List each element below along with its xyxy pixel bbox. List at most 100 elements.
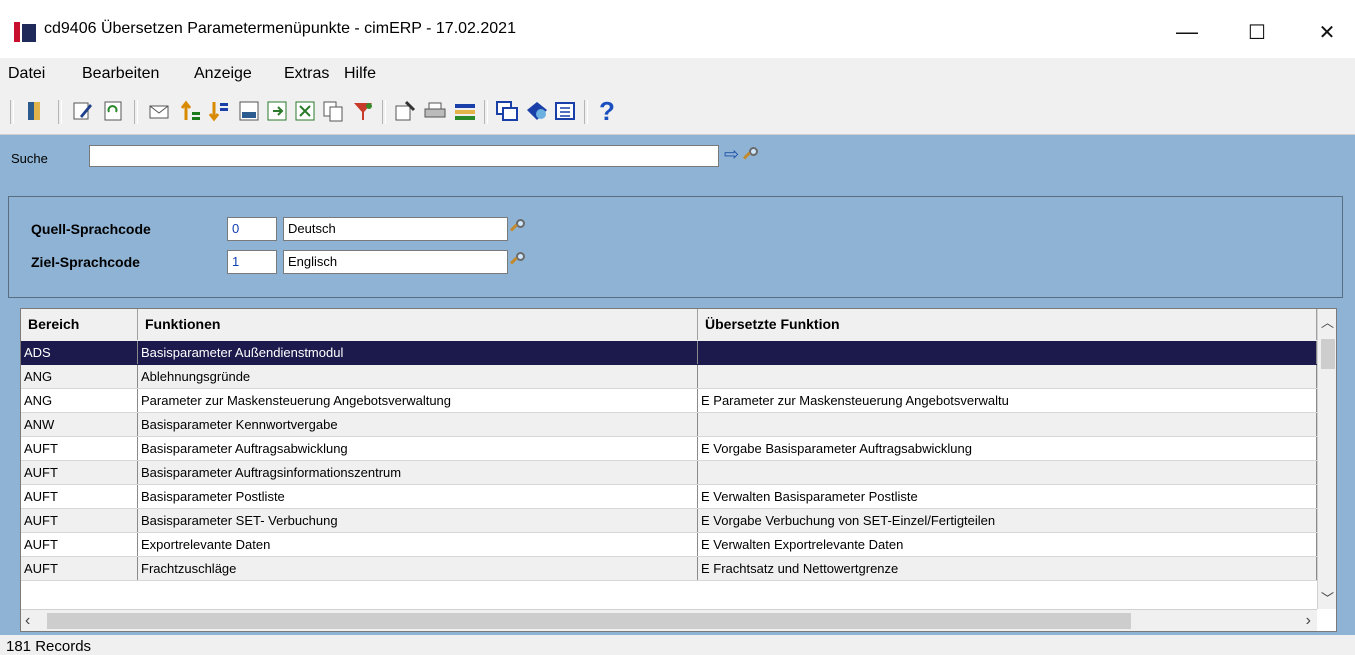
cell-uebersetzung[interactable]: E Frachtsatz und Nettowertgrenze — [698, 557, 1317, 580]
cell-funktion[interactable]: Basisparameter Auftragsabwicklung — [138, 437, 698, 460]
main-panel: Suche ⇨ Quell-Sprachcode 0 Deutsch Ziel-… — [0, 135, 1355, 635]
filter-icon[interactable] — [350, 98, 376, 124]
help-icon[interactable]: ? — [594, 96, 620, 126]
excel-icon[interactable] — [292, 98, 318, 124]
cell-bereich[interactable]: ANG — [21, 389, 138, 412]
scroll-up-icon[interactable]: ︿ — [1318, 309, 1336, 333]
cell-funktion[interactable]: Ablehnungsgründe — [138, 365, 698, 388]
list-icon[interactable] — [452, 98, 478, 124]
cell-bereich[interactable]: AUFT — [21, 437, 138, 460]
table-row[interactable]: ANW Basisparameter Kennwortvergabe — [21, 413, 1317, 437]
close-button[interactable]: ✕ — [1304, 14, 1350, 50]
vertical-scrollbar[interactable]: ︿ ﹀ — [1317, 309, 1336, 609]
cell-bereich[interactable]: AUFT — [21, 557, 138, 580]
cell-uebersetzung[interactable]: E Verwalten Exportrelevante Daten — [698, 533, 1317, 556]
cell-uebersetzung[interactable] — [698, 365, 1317, 388]
cell-funktion[interactable]: Frachtzuschläge — [138, 557, 698, 580]
cell-funktion[interactable]: Basisparameter Postliste — [138, 485, 698, 508]
exit-icon[interactable] — [22, 98, 48, 124]
search-input[interactable] — [89, 145, 719, 167]
menu-hilfe[interactable]: Hilfe — [344, 65, 376, 83]
cell-bereich[interactable]: AUFT — [21, 461, 138, 484]
target-name-field[interactable]: Englisch — [283, 250, 508, 274]
export-icon[interactable] — [264, 98, 290, 124]
scroll-right-icon[interactable]: › — [1306, 612, 1311, 630]
vertical-scroll-thumb[interactable] — [1321, 339, 1335, 369]
notes-icon[interactable] — [524, 98, 550, 124]
table-row[interactable]: AUFT Basisparameter Auftragsinformationsz… — [21, 461, 1317, 485]
cell-uebersetzung[interactable] — [698, 413, 1317, 436]
table-row[interactable]: AUFT Basisparameter Auftragsabwicklung E V… — [21, 437, 1317, 461]
toolbar-separator — [10, 100, 14, 124]
sort-descending-icon[interactable] — [206, 98, 232, 124]
menu-datei[interactable]: Datei — [8, 65, 45, 83]
column-header-bereich[interactable]: Bereich — [21, 309, 138, 340]
horizontal-scrollbar[interactable]: ‹ › — [21, 609, 1317, 631]
source-language-label: Quell-Sprachcode — [31, 221, 151, 237]
cell-bereich[interactable]: ANW — [21, 413, 138, 436]
toolbar-separator — [382, 100, 386, 124]
table-row[interactable]: ANG Ablehnungsgründe — [21, 365, 1317, 389]
toolbar-separator — [134, 100, 138, 124]
source-name-field[interactable]: Deutsch — [283, 217, 508, 241]
search-icon[interactable] — [742, 147, 760, 163]
minimize-button[interactable]: — — [1164, 14, 1210, 50]
table-row[interactable]: AUFT Frachtzuschläge E Frachtsatz und Nett… — [21, 557, 1317, 581]
cell-funktion[interactable]: Basisparameter Außendienstmodul — [138, 341, 698, 364]
source-lookup-icon[interactable] — [509, 219, 527, 235]
mail-icon[interactable] — [146, 98, 172, 124]
print-icon[interactable] — [422, 98, 448, 124]
table-row[interactable]: AUFT Basisparameter Postliste E Verwalten … — [21, 485, 1317, 509]
refresh-icon[interactable] — [100, 98, 126, 124]
cell-bereich[interactable]: ANG — [21, 365, 138, 388]
cell-funktion[interactable]: Parameter zur Maskensteuerung Angebotsve… — [138, 389, 698, 412]
edit-icon[interactable] — [70, 98, 96, 124]
menu-extras[interactable]: Extras — [284, 65, 329, 83]
menu-bearbeiten[interactable]: Bearbeiten — [82, 65, 159, 83]
cell-bereich[interactable]: AUFT — [21, 485, 138, 508]
menu-bar: Datei Bearbeiten Anzeige Extras Hilfe — [0, 58, 1355, 90]
cell-uebersetzung[interactable] — [698, 341, 1317, 364]
table-row[interactable]: AUFT Basisparameter SET- Verbuchung E Vorg… — [21, 509, 1317, 533]
cell-funktion[interactable]: Exportrelevante Daten — [138, 533, 698, 556]
scroll-left-icon[interactable]: ‹ — [25, 612, 30, 630]
menu-anzeige[interactable]: Anzeige — [194, 65, 252, 83]
sort-ascending-icon[interactable] — [178, 98, 204, 124]
toolbar-separator — [484, 100, 488, 124]
go-arrow-icon[interactable]: ⇨ — [724, 144, 739, 165]
cell-uebersetzung[interactable]: E Vorgabe Verbuchung von SET-Einzel/Fert… — [698, 509, 1317, 532]
target-lookup-icon[interactable] — [509, 252, 527, 268]
copy-icon[interactable] — [320, 98, 346, 124]
grid-header: Bereich Funktionen Übersetzte Funktion — [21, 309, 1317, 342]
target-language-label: Ziel-Sprachcode — [31, 254, 140, 270]
cell-funktion[interactable]: Basisparameter Kennwortvergabe — [138, 413, 698, 436]
table-row[interactable]: ANG Parameter zur Maskensteuerung Angebot… — [21, 389, 1317, 413]
column-header-uebersetzte-funktion[interactable]: Übersetzte Funktion — [698, 309, 1317, 340]
cell-bereich[interactable]: ADS — [21, 341, 138, 364]
cell-bereich[interactable]: AUFT — [21, 533, 138, 556]
target-code-field[interactable]: 1 — [227, 250, 277, 274]
record-count: 181 Records — [6, 638, 92, 655]
calculator-icon[interactable] — [236, 98, 262, 124]
cell-uebersetzung[interactable] — [698, 461, 1317, 484]
toolbar: ? — [0, 90, 1355, 135]
cell-uebersetzung[interactable]: E Vorgabe Basisparameter Auftragsabwickl… — [698, 437, 1317, 460]
horizontal-scroll-thumb[interactable] — [47, 613, 1131, 629]
source-code-field[interactable]: 0 — [227, 217, 277, 241]
grid-icon[interactable] — [552, 98, 578, 124]
table-row[interactable]: ADS Basisparameter Außendienstmodul — [21, 341, 1317, 365]
column-header-funktionen[interactable]: Funktionen — [138, 309, 698, 340]
status-bar: 181 Records — [0, 635, 1355, 655]
app-logo-icon — [14, 22, 36, 42]
cell-uebersetzung[interactable]: E Verwalten Basisparameter Postliste — [698, 485, 1317, 508]
cell-uebersetzung[interactable]: E Parameter zur Maskensteuerung Angebots… — [698, 389, 1317, 412]
windows-icon[interactable] — [494, 98, 520, 124]
cell-funktion[interactable]: Basisparameter SET- Verbuchung — [138, 509, 698, 532]
table-row[interactable]: AUFT Exportrelevante Daten E Verwalten Exp… — [21, 533, 1317, 557]
properties-icon[interactable] — [392, 98, 418, 124]
cell-funktion[interactable]: Basisparameter Auftragsinformationszentr… — [138, 461, 698, 484]
cell-bereich[interactable]: AUFT — [21, 509, 138, 532]
scroll-down-icon[interactable]: ﹀ — [1318, 585, 1336, 609]
maximize-button[interactable]: ☐ — [1234, 14, 1280, 50]
title-bar: cd9406 Übersetzen Parametermenüpunkte - … — [0, 0, 1355, 58]
